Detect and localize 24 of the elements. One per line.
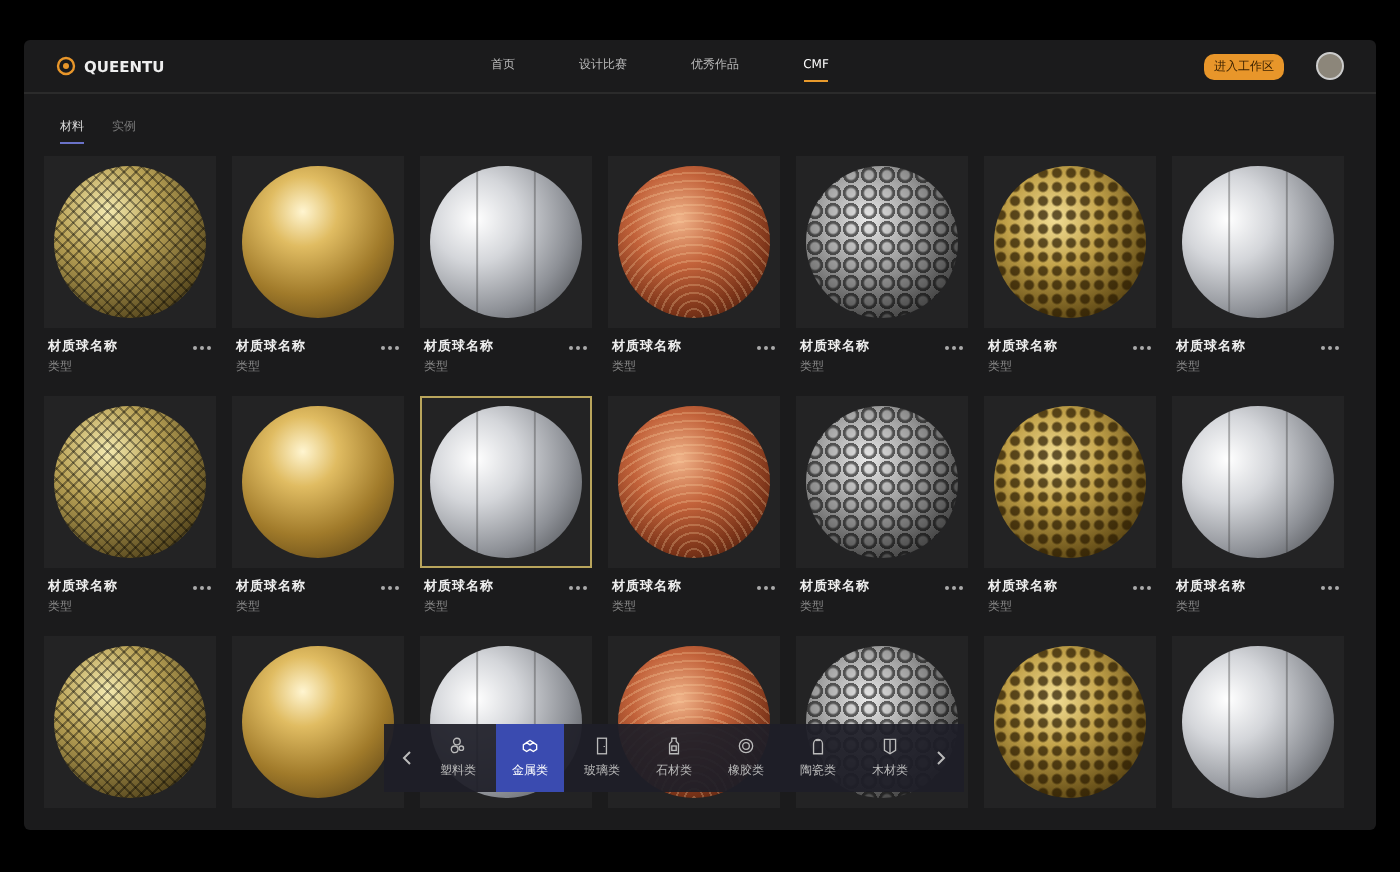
more-button[interactable] bbox=[1320, 344, 1340, 352]
more-button[interactable] bbox=[192, 344, 212, 352]
more-button[interactable] bbox=[756, 584, 776, 592]
bottle-icon bbox=[664, 736, 684, 756]
cubes-icon bbox=[520, 736, 540, 756]
more-button[interactable] bbox=[1132, 584, 1152, 592]
more-button[interactable] bbox=[944, 584, 964, 592]
more-button[interactable] bbox=[568, 344, 588, 352]
door-icon bbox=[592, 736, 612, 756]
molecule-icon bbox=[448, 736, 468, 756]
more-button[interactable] bbox=[1320, 584, 1340, 592]
ring-icon bbox=[736, 736, 756, 756]
pot-icon bbox=[808, 736, 828, 756]
chevron-right-icon bbox=[936, 750, 946, 766]
more-button[interactable] bbox=[380, 344, 400, 352]
more-button[interactable] bbox=[192, 584, 212, 592]
more-button[interactable] bbox=[944, 344, 964, 352]
more-button[interactable] bbox=[380, 584, 400, 592]
more-button[interactable] bbox=[756, 344, 776, 352]
more-button[interactable] bbox=[1132, 344, 1152, 352]
logo-icon bbox=[56, 56, 76, 76]
more-button[interactable] bbox=[568, 584, 588, 592]
chevron-left-icon bbox=[402, 750, 412, 766]
avatar[interactable] bbox=[1316, 52, 1344, 80]
